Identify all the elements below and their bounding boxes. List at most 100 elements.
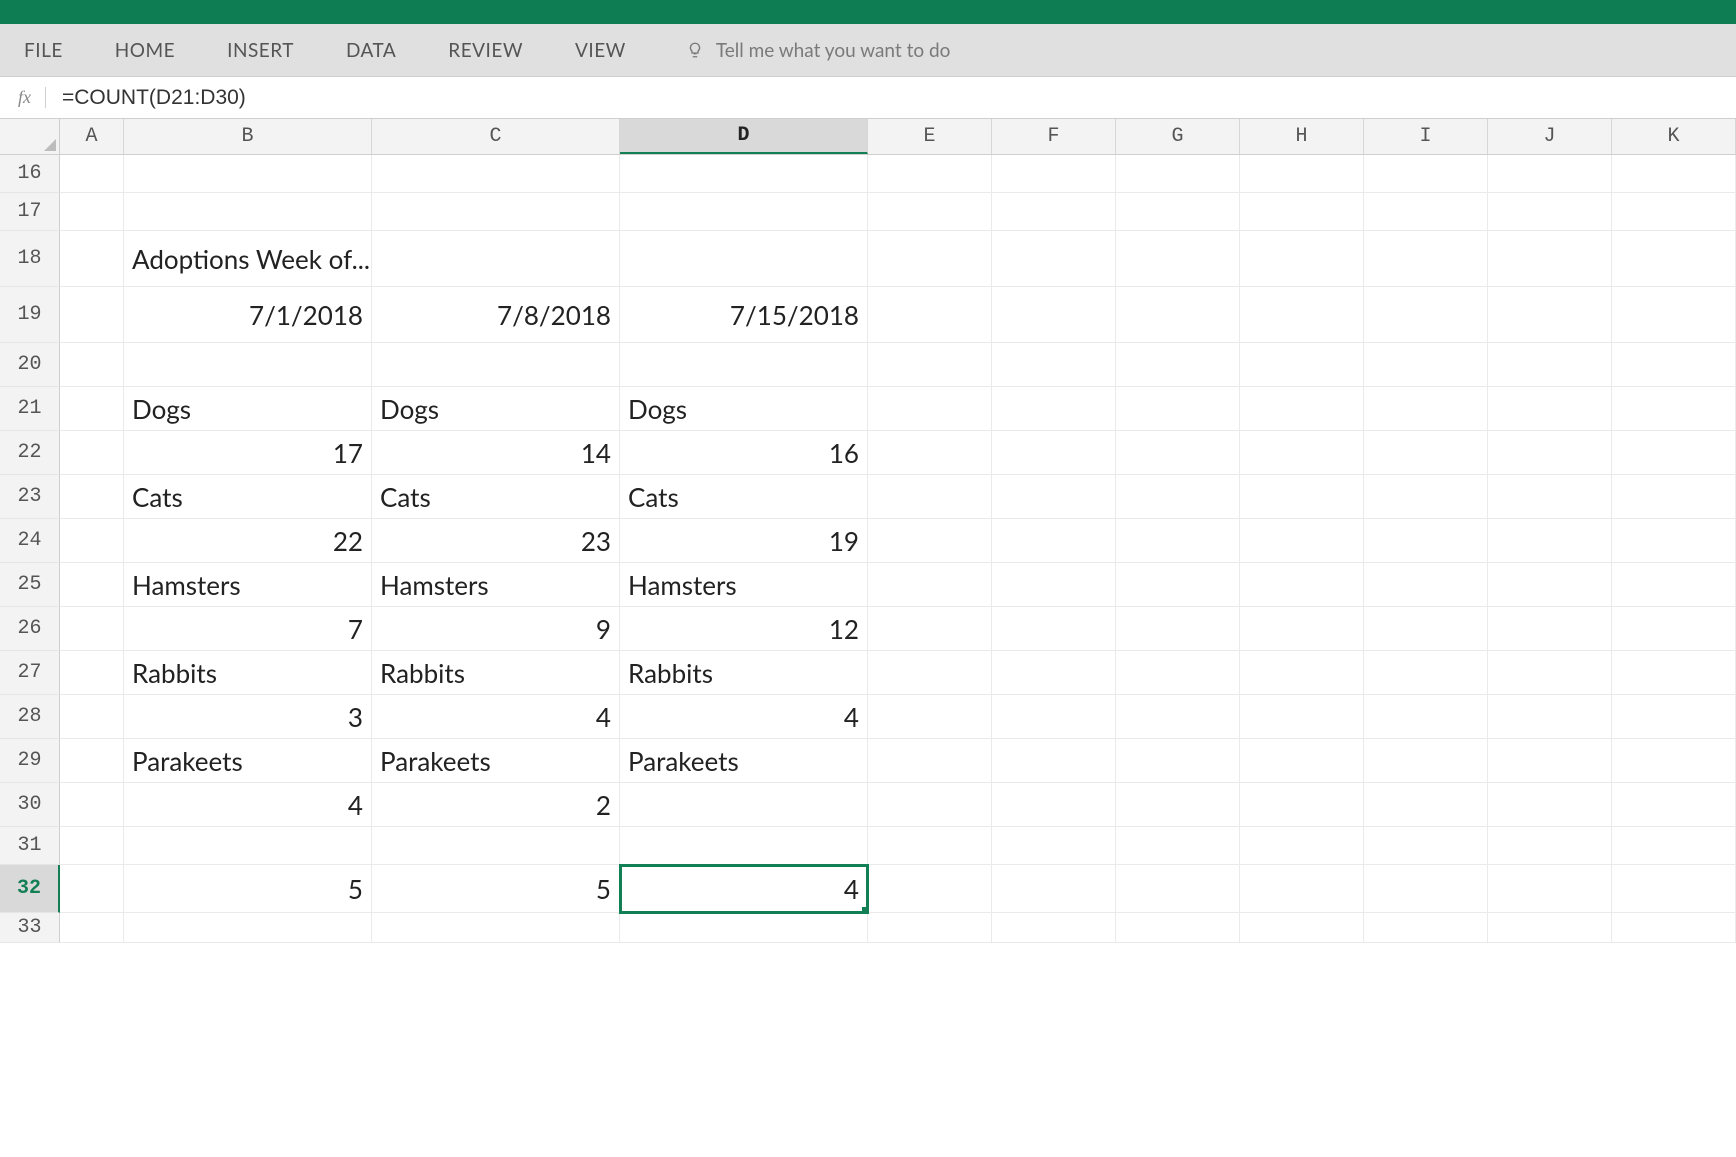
- cell-C24[interactable]: 23: [372, 519, 620, 563]
- cell-C32[interactable]: 5: [372, 865, 620, 913]
- cell-K22[interactable]: [1612, 431, 1736, 475]
- cell-H30[interactable]: [1240, 783, 1364, 827]
- row-header-25[interactable]: 25: [0, 563, 60, 607]
- row-header-16[interactable]: 16: [0, 155, 60, 193]
- cell-G23[interactable]: [1116, 475, 1240, 519]
- cell-G27[interactable]: [1116, 651, 1240, 695]
- cell-G33[interactable]: [1116, 913, 1240, 943]
- cell-G32[interactable]: [1116, 865, 1240, 913]
- cell-I20[interactable]: [1364, 343, 1488, 387]
- cell-J17[interactable]: [1488, 193, 1612, 231]
- cell-F17[interactable]: [992, 193, 1116, 231]
- cell-C27[interactable]: Rabbits: [372, 651, 620, 695]
- cell-C23[interactable]: Cats: [372, 475, 620, 519]
- cell-A32[interactable]: [60, 865, 124, 913]
- cell-K25[interactable]: [1612, 563, 1736, 607]
- cell-K30[interactable]: [1612, 783, 1736, 827]
- cell-B32[interactable]: 5: [124, 865, 372, 913]
- cell-I21[interactable]: [1364, 387, 1488, 431]
- column-header-H[interactable]: H: [1240, 119, 1364, 154]
- cell-A21[interactable]: [60, 387, 124, 431]
- cell-J16[interactable]: [1488, 155, 1612, 193]
- cell-G21[interactable]: [1116, 387, 1240, 431]
- cell-D16[interactable]: [620, 155, 868, 193]
- cell-J24[interactable]: [1488, 519, 1612, 563]
- cell-B17[interactable]: [124, 193, 372, 231]
- cell-I28[interactable]: [1364, 695, 1488, 739]
- row-header-31[interactable]: 31: [0, 827, 60, 865]
- cell-D31[interactable]: [620, 827, 868, 865]
- cell-D29[interactable]: Parakeets: [620, 739, 868, 783]
- cell-E22[interactable]: [868, 431, 992, 475]
- cell-J30[interactable]: [1488, 783, 1612, 827]
- cell-E19[interactable]: [868, 287, 992, 343]
- cell-G31[interactable]: [1116, 827, 1240, 865]
- cell-J23[interactable]: [1488, 475, 1612, 519]
- cell-K17[interactable]: [1612, 193, 1736, 231]
- cell-K26[interactable]: [1612, 607, 1736, 651]
- cell-G18[interactable]: [1116, 231, 1240, 287]
- column-header-D[interactable]: D: [620, 119, 868, 154]
- cell-B21[interactable]: Dogs: [124, 387, 372, 431]
- cell-F24[interactable]: [992, 519, 1116, 563]
- cell-K20[interactable]: [1612, 343, 1736, 387]
- row-header-18[interactable]: 18: [0, 231, 60, 287]
- cell-B18[interactable]: Adoptions Week of...: [124, 231, 372, 287]
- cell-K29[interactable]: [1612, 739, 1736, 783]
- cell-A18[interactable]: [60, 231, 124, 287]
- cell-I33[interactable]: [1364, 913, 1488, 943]
- cell-E30[interactable]: [868, 783, 992, 827]
- row-header-21[interactable]: 21: [0, 387, 60, 431]
- cell-C22[interactable]: 14: [372, 431, 620, 475]
- cell-D26[interactable]: 12: [620, 607, 868, 651]
- cell-H26[interactable]: [1240, 607, 1364, 651]
- cell-J29[interactable]: [1488, 739, 1612, 783]
- cell-B22[interactable]: 17: [124, 431, 372, 475]
- cell-I18[interactable]: [1364, 231, 1488, 287]
- cell-H27[interactable]: [1240, 651, 1364, 695]
- cell-A19[interactable]: [60, 287, 124, 343]
- cell-K23[interactable]: [1612, 475, 1736, 519]
- cell-D30[interactable]: [620, 783, 868, 827]
- cell-J31[interactable]: [1488, 827, 1612, 865]
- cell-A25[interactable]: [60, 563, 124, 607]
- column-header-K[interactable]: K: [1612, 119, 1736, 154]
- cell-J27[interactable]: [1488, 651, 1612, 695]
- cell-C17[interactable]: [372, 193, 620, 231]
- cell-C16[interactable]: [372, 155, 620, 193]
- cell-E31[interactable]: [868, 827, 992, 865]
- row-header-30[interactable]: 30: [0, 783, 60, 827]
- cell-K18[interactable]: [1612, 231, 1736, 287]
- cell-F30[interactable]: [992, 783, 1116, 827]
- cell-H23[interactable]: [1240, 475, 1364, 519]
- cell-E27[interactable]: [868, 651, 992, 695]
- cell-I32[interactable]: [1364, 865, 1488, 913]
- cell-C29[interactable]: Parakeets: [372, 739, 620, 783]
- cell-D22[interactable]: 16: [620, 431, 868, 475]
- cell-D24[interactable]: 19: [620, 519, 868, 563]
- cell-C31[interactable]: [372, 827, 620, 865]
- row-header-32[interactable]: 32: [0, 865, 60, 913]
- cell-D17[interactable]: [620, 193, 868, 231]
- cell-H31[interactable]: [1240, 827, 1364, 865]
- row-header-33[interactable]: 33: [0, 913, 60, 943]
- cell-J18[interactable]: [1488, 231, 1612, 287]
- cell-J32[interactable]: [1488, 865, 1612, 913]
- tab-review[interactable]: REVIEW: [448, 39, 523, 62]
- cell-A20[interactable]: [60, 343, 124, 387]
- cell-F16[interactable]: [992, 155, 1116, 193]
- cell-B23[interactable]: Cats: [124, 475, 372, 519]
- cell-B25[interactable]: Hamsters: [124, 563, 372, 607]
- cell-I26[interactable]: [1364, 607, 1488, 651]
- cell-E33[interactable]: [868, 913, 992, 943]
- cell-D33[interactable]: [620, 913, 868, 943]
- cell-I23[interactable]: [1364, 475, 1488, 519]
- cell-C21[interactable]: Dogs: [372, 387, 620, 431]
- cell-E26[interactable]: [868, 607, 992, 651]
- cell-J28[interactable]: [1488, 695, 1612, 739]
- cell-D32[interactable]: 4: [620, 865, 868, 913]
- cell-F25[interactable]: [992, 563, 1116, 607]
- cell-F29[interactable]: [992, 739, 1116, 783]
- cell-A17[interactable]: [60, 193, 124, 231]
- cell-F28[interactable]: [992, 695, 1116, 739]
